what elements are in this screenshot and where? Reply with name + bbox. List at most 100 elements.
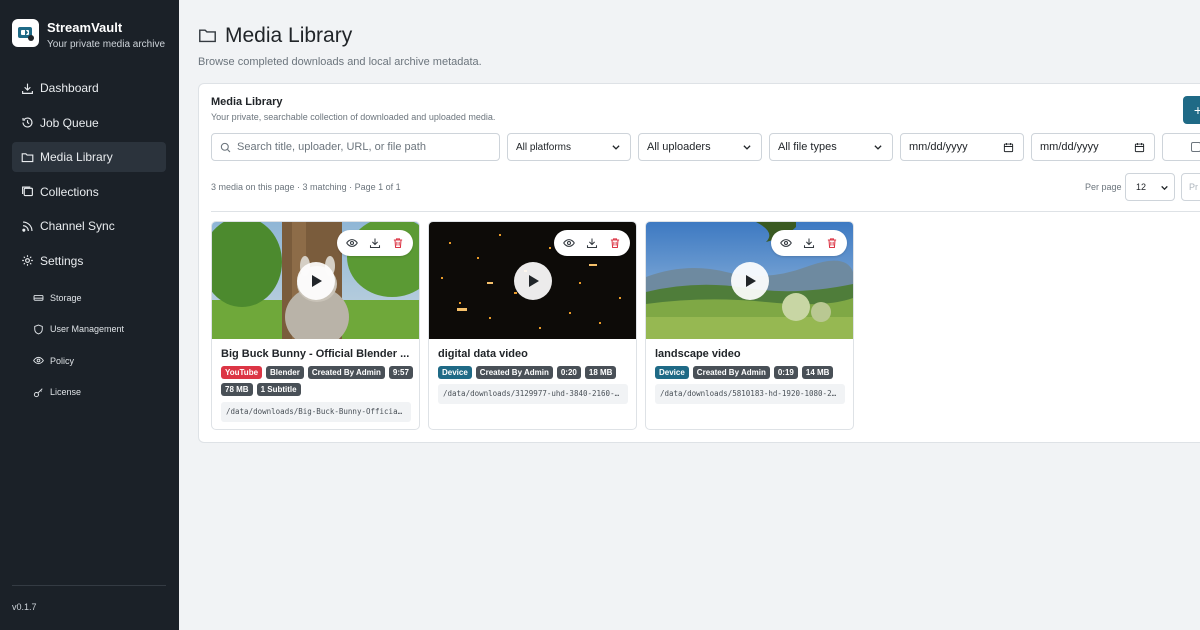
play-button[interactable]	[514, 262, 552, 300]
platform-badge: Device	[438, 366, 472, 379]
results-summary: 3 media on this page · 3 matching · Page…	[211, 182, 401, 192]
platform-select-value: All platforms	[516, 141, 572, 153]
creator-badge: Created By Admin	[307, 366, 385, 379]
file-path: /data/downloads/5810183-hd-1920-1080-25f…	[655, 384, 845, 404]
page-title-text: Media Library	[225, 24, 353, 47]
page-subtitle: Browse completed downloads and local arc…	[198, 56, 482, 68]
duration-badge: 0:20	[556, 366, 581, 379]
eye-icon[interactable]	[346, 237, 359, 249]
chevron-down-icon	[1160, 183, 1169, 194]
duration-badge: 0:19	[773, 366, 798, 379]
size-badge: 14 MB	[801, 366, 834, 379]
trash-icon[interactable]	[609, 237, 621, 249]
rss-icon	[20, 219, 34, 233]
checkbox[interactable]	[1191, 142, 1200, 152]
date-from-value: mm/dd/yyyy	[909, 141, 968, 153]
sub-label: Storage	[50, 292, 82, 303]
download-icon[interactable]	[586, 237, 598, 249]
history-icon	[20, 116, 34, 130]
add-media-button[interactable]: +	[1183, 96, 1200, 124]
calendar-icon	[1003, 142, 1014, 156]
per-page-select[interactable]: 12	[1125, 173, 1175, 201]
nav-item-media-library[interactable]: Media Library	[12, 142, 166, 172]
media-card[interactable]: Big Buck Bunny - Official Blender ... Yo…	[211, 221, 420, 430]
card-actions	[554, 230, 630, 256]
download-icon	[20, 81, 34, 95]
brand[interactable]: StreamVault Your private media archive	[12, 19, 165, 50]
nav-item-collections[interactable]: Collections	[12, 177, 166, 207]
sub-item-storage[interactable]: Storage	[32, 282, 124, 314]
chevron-down-icon	[742, 142, 752, 155]
page-header: Media Library Browse completed downloads…	[198, 24, 482, 68]
play-button[interactable]	[297, 262, 335, 300]
per-page-value: 12	[1136, 182, 1147, 192]
filter-checkbox-field[interactable]	[1162, 133, 1200, 161]
panel-divider	[211, 211, 1200, 212]
brand-name: StreamVault	[47, 20, 123, 35]
uploader-badge: Blender	[266, 366, 304, 379]
media-title[interactable]: digital data video	[438, 348, 628, 360]
eye-icon[interactable]	[563, 237, 576, 249]
platform-select[interactable]: All platforms	[507, 133, 631, 161]
nav-item-settings[interactable]: Settings	[12, 246, 166, 276]
media-thumbnail[interactable]	[212, 222, 419, 339]
card-actions	[337, 230, 413, 256]
folder-icon	[20, 150, 34, 164]
nav-item-dashboard[interactable]: Dashboard	[12, 73, 166, 103]
sub-item-license[interactable]: License	[32, 377, 124, 409]
eye-icon[interactable]	[780, 237, 793, 249]
platform-badge: YouTube	[221, 366, 263, 379]
folder-icon	[198, 26, 218, 46]
search-placeholder: Search title, uploader, URL, or file pat…	[237, 141, 426, 153]
uploader-select[interactable]: All uploaders	[638, 133, 762, 161]
nav-label: Job Queue	[40, 115, 99, 130]
nav-item-channel-sync[interactable]: Channel Sync	[12, 211, 166, 241]
gear-icon	[20, 254, 34, 268]
date-from-input[interactable]: mm/dd/yyyy	[900, 133, 1024, 161]
play-button[interactable]	[731, 262, 769, 300]
media-thumbnail[interactable]	[646, 222, 853, 339]
media-title[interactable]: Big Buck Bunny - Official Blender ...	[221, 348, 411, 360]
sidebar: StreamVault Your private media archive D…	[0, 0, 179, 630]
brand-tagline: Your private media archive	[47, 39, 166, 50]
date-to-input[interactable]: mm/dd/yyyy	[1031, 133, 1155, 161]
media-thumbnail[interactable]	[429, 222, 636, 339]
settings-subnav: Storage User Management Policy License	[32, 282, 124, 408]
sub-item-user-management[interactable]: User Management	[32, 314, 124, 346]
page-title: Media Library	[198, 24, 482, 48]
media-card[interactable]: landscape video Device Created By Admin …	[645, 221, 854, 430]
nav-label: Dashboard	[40, 81, 99, 95]
platform-badge: Device	[655, 366, 689, 379]
file-type-select-value: All file types	[778, 141, 837, 153]
trash-icon[interactable]	[392, 237, 404, 249]
download-icon[interactable]	[803, 237, 815, 249]
duration-badge: 9:57	[388, 366, 413, 379]
calendar-icon	[1134, 142, 1145, 156]
nav-item-job-queue[interactable]: Job Queue	[12, 108, 166, 138]
media-badges: Device Created By Admin 0:19 14 MB	[655, 366, 850, 379]
storage-icon	[32, 292, 44, 304]
prev-page-button[interactable]: Pr	[1181, 173, 1200, 201]
version-label: v0.1.7	[12, 602, 37, 612]
trash-icon[interactable]	[826, 237, 838, 249]
subtitle-badge: 1 Subtitle	[256, 383, 301, 396]
media-title[interactable]: landscape video	[655, 348, 845, 360]
nav-label: Settings	[40, 253, 84, 268]
size-badge: 18 MB	[584, 366, 617, 379]
search-input[interactable]: Search title, uploader, URL, or file pat…	[211, 133, 500, 161]
size-badge: 78 MB	[221, 383, 253, 396]
file-type-select[interactable]: All file types	[769, 133, 893, 161]
file-path: /data/downloads/Big-Buck-Bunny-Official-…	[221, 402, 411, 422]
nav-label: Channel Sync	[40, 219, 115, 233]
creator-badge: Created By Admin	[475, 366, 553, 379]
card-actions	[771, 230, 847, 256]
search-icon	[220, 142, 231, 153]
key-icon	[32, 386, 44, 398]
sub-item-policy[interactable]: Policy	[32, 345, 124, 377]
sidebar-divider	[12, 585, 166, 586]
main-nav: Dashboard Job Queue Media Library Collec…	[12, 73, 166, 280]
sub-label: User Management	[50, 324, 125, 335]
chevron-down-icon	[611, 142, 621, 155]
download-icon[interactable]	[369, 237, 381, 249]
media-card[interactable]: digital data video Device Created By Adm…	[428, 221, 637, 430]
